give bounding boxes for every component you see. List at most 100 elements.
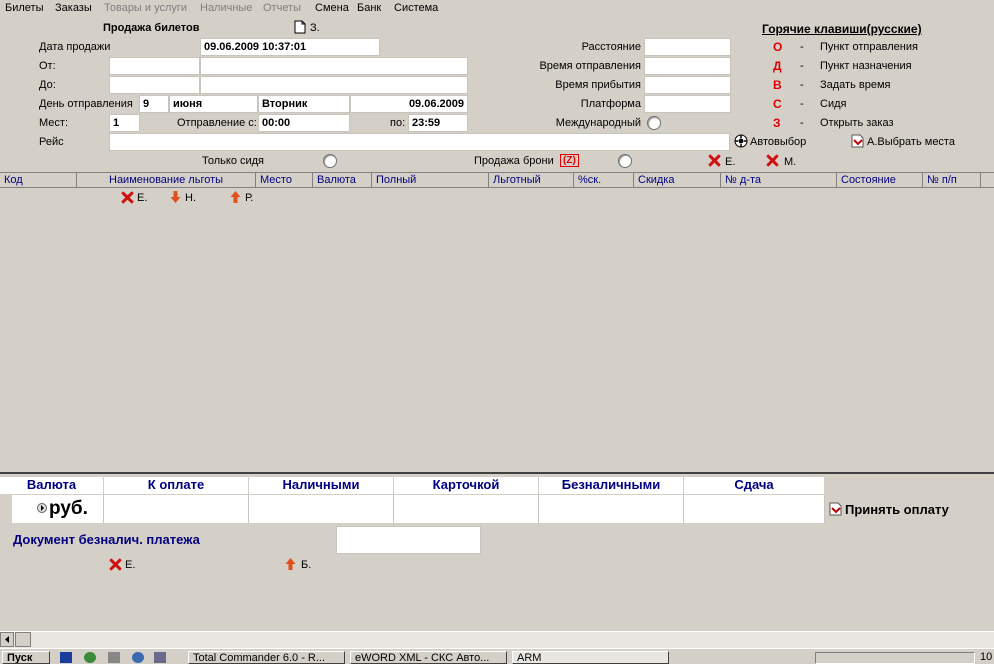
grid-body[interactable] — [0, 188, 994, 474]
title-button-label[interactable]: З. — [310, 22, 320, 34]
accept-payment-button[interactable]: Принять оплату — [845, 502, 949, 517]
departure-weekday-field[interactable]: Вторник — [258, 95, 350, 113]
grid-col-discount-pct[interactable]: %ск. — [574, 173, 634, 188]
booking-sale-key: (Z) — [560, 154, 579, 167]
only-seated-radio[interactable] — [323, 154, 337, 168]
scroll-left-button[interactable] — [0, 632, 14, 647]
cashless-doc-field[interactable] — [336, 526, 481, 554]
grid-down-label[interactable]: Н. — [185, 192, 196, 204]
from-label: От: — [39, 60, 56, 72]
quicklaunch-icon[interactable] — [132, 652, 144, 663]
pay-currency-cell[interactable]: руб. — [12, 495, 104, 523]
auto-select-icon[interactable] — [734, 134, 748, 148]
menu-system[interactable]: Система — [394, 2, 438, 14]
pay-col-cashless: Безналичными — [539, 477, 684, 494]
departure-month-field[interactable]: июня — [169, 95, 258, 113]
menu-shift[interactable]: Смена — [315, 2, 349, 14]
pay-card-cell[interactable] — [394, 495, 539, 523]
grid-col-full[interactable]: Полный — [372, 173, 489, 188]
choose-seats-icon[interactable] — [851, 134, 865, 148]
start-button[interactable]: Пуск — [2, 651, 50, 664]
grid-col-row-number[interactable]: № п/п — [923, 173, 981, 188]
departure-day-field[interactable]: 9 — [139, 95, 169, 113]
start-label: Пуск — [7, 652, 33, 664]
payment-delete-icon[interactable] — [109, 558, 122, 571]
hotkey-key: Д — [773, 59, 782, 73]
depart-time-field[interactable] — [644, 57, 731, 75]
grid-col-reduced[interactable]: Льготный — [489, 173, 574, 188]
task-label: Total Commander 6.0 - R... — [193, 652, 326, 664]
grid-col-discount[interactable]: Скидка — [634, 173, 721, 188]
distance-label: Расстояние — [581, 41, 641, 53]
booking-sale-radio[interactable] — [618, 154, 632, 168]
menu-tickets[interactable]: Билеты — [5, 2, 43, 14]
international-radio[interactable] — [647, 116, 661, 130]
platform-label: Платформа — [580, 98, 641, 110]
menu-orders[interactable]: Заказы — [55, 2, 92, 14]
delete-m-label[interactable]: М. — [784, 156, 796, 168]
grid-col-status[interactable]: Состояние — [837, 173, 923, 188]
scroll-thumb[interactable] — [15, 632, 31, 647]
delete-m-icon[interactable] — [766, 154, 779, 167]
document-icon[interactable] — [294, 20, 306, 34]
grid-col-seat[interactable]: Место — [256, 173, 313, 188]
menu-bank[interactable]: Банк — [357, 2, 381, 14]
cashless-doc-label: Документ безналич. платежа — [13, 532, 200, 547]
quicklaunch-icon[interactable] — [154, 652, 166, 663]
menu-reports[interactable]: Отчеты — [263, 2, 301, 14]
arrow-up-icon[interactable] — [230, 191, 241, 206]
payment-delete-label[interactable]: Е. — [125, 559, 135, 571]
delete-e-icon[interactable] — [708, 154, 721, 167]
seats-field[interactable]: 1 — [109, 114, 140, 132]
hotkey-dash: - — [800, 98, 804, 110]
grid-col-currency[interactable]: Валюта — [313, 173, 372, 188]
pay-col-change: Сдача — [684, 477, 825, 494]
hotkey-dash: - — [800, 41, 804, 53]
departure-to-label: по: — [390, 117, 406, 129]
route-field[interactable] — [109, 133, 730, 151]
grid-delete-icon[interactable] — [121, 191, 134, 204]
seats-label: Мест: — [39, 117, 68, 129]
to-station-field[interactable] — [200, 76, 468, 94]
to-code-field[interactable] — [109, 76, 200, 94]
departure-from-field[interactable]: 00:00 — [258, 114, 350, 132]
pay-cashless-cell[interactable] — [539, 495, 684, 523]
menu-cash[interactable]: Наличные — [200, 2, 252, 14]
grid-col-code[interactable]: Код — [0, 173, 77, 188]
pay-change-cell[interactable] — [684, 495, 825, 523]
distance-field[interactable] — [644, 38, 731, 56]
task-button[interactable]: eWORD XML - СКС Авто... — [350, 651, 507, 664]
departure-from-label: Отправление с: — [177, 117, 257, 129]
departure-to-field[interactable]: 23:59 — [408, 114, 468, 132]
departure-date-field[interactable]: 09.06.2009 — [350, 95, 468, 113]
task-button[interactable]: Total Commander 6.0 - R... — [188, 651, 345, 664]
auto-select-button[interactable]: Автовыбор — [750, 136, 806, 148]
grid-col-benefit[interactable]: Наименование льготы — [77, 173, 256, 188]
grid-col-doc-number[interactable]: № д-та — [721, 173, 837, 188]
quicklaunch-icon[interactable] — [60, 652, 72, 663]
from-station-field[interactable] — [200, 57, 468, 75]
pay-col-card: Карточкой — [394, 477, 539, 494]
horizontal-scrollbar[interactable] — [0, 631, 994, 648]
arrow-down-icon[interactable] — [170, 191, 181, 206]
platform-field[interactable] — [644, 95, 731, 113]
quicklaunch-icon[interactable] — [84, 652, 96, 663]
accept-payment-icon[interactable] — [829, 502, 843, 516]
grid-up-label[interactable]: Р. — [245, 192, 253, 204]
task-button-active[interactable]: ARM — [512, 651, 669, 664]
hotkey-desc: Сидя — [820, 98, 847, 110]
quicklaunch-icon[interactable] — [108, 652, 120, 663]
arrive-time-field[interactable] — [644, 76, 731, 94]
menu-goods-services[interactable]: Товары и услуги — [104, 2, 187, 14]
payment-b-label[interactable]: Б. — [301, 559, 311, 571]
sale-date-label: Дата продажи — [39, 41, 111, 53]
payment-up-icon[interactable] — [285, 558, 296, 573]
sale-date-field[interactable]: 09.06.2009 10:37:01 — [200, 38, 380, 56]
grid-delete-label[interactable]: Е. — [137, 192, 147, 204]
task-label: eWORD XML - СКС Авто... — [355, 652, 490, 664]
from-code-field[interactable] — [109, 57, 200, 75]
choose-seats-button[interactable]: А.Выбрать места — [867, 136, 955, 148]
pay-cash-cell[interactable] — [249, 495, 394, 523]
pay-to-pay-cell[interactable] — [104, 495, 249, 523]
delete-e-label[interactable]: Е. — [725, 156, 735, 168]
